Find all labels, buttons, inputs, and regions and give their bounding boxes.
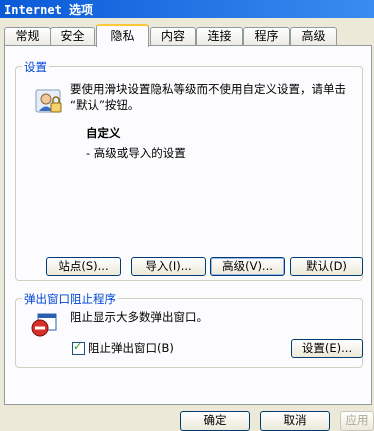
settings-description: 要使用滑块设置隐私等级而不使用自定义设置，请单击 “默认”按钮。 <box>70 81 360 113</box>
popup-settings-button[interactable]: 设置(E)... <box>291 339 363 358</box>
popup-blocker-description: 阻止显示大多数弹出窗口。 <box>70 310 208 324</box>
apply-button[interactable]: 应用 <box>340 411 374 431</box>
window-title: Internet 选项 <box>4 3 94 17</box>
settings-description-line1: 要使用滑块设置隐私等级而不使用自定义设置，请单击 <box>70 82 346 96</box>
sites-button[interactable]: 站点(S)... <box>46 257 121 276</box>
privacy-level-description: - 高级或导入的设置 <box>86 146 186 160</box>
popup-blocker-icon <box>31 313 57 337</box>
tab-programs[interactable]: 程序 <box>243 27 290 45</box>
popup-blocker-group-label: 弹出窗口阻止程序 <box>22 291 118 307</box>
privacy-user-icon <box>35 89 62 113</box>
block-popups-label[interactable]: 阻止弹出窗口(B) <box>88 340 174 356</box>
settings-description-line2: “默认”按钮。 <box>70 98 140 112</box>
tab-connections[interactable]: 连接 <box>196 27 243 45</box>
tab-general[interactable]: 常规 <box>4 27 51 45</box>
settings-group: 设置 要使用滑块设置隐私等级而不使用自定义设置，请单击 “默认”按钮。 自定义 … <box>15 59 363 281</box>
tab-content[interactable]: 内容 <box>150 27 196 45</box>
default-button[interactable]: 默认(D) <box>290 257 363 276</box>
advanced-button[interactable]: 高级(V)... <box>210 257 285 276</box>
settings-group-label: 设置 <box>22 59 49 75</box>
title-bar: Internet 选项 <box>0 0 374 18</box>
privacy-level-title: 自定义 <box>86 126 121 140</box>
popup-blocker-group: 弹出窗口阻止程序 阻止显示大多数弹出窗口。 阻止弹出窗口(B) 设置(E)... <box>15 291 363 368</box>
block-popups-checkbox[interactable] <box>72 340 85 355</box>
tab-advanced[interactable]: 高级 <box>290 27 337 45</box>
privacy-tab-page: 设置 要使用滑块设置隐私等级而不使用自定义设置，请单击 “默认”按钮。 自定义 … <box>4 45 372 405</box>
tab-security[interactable]: 安全 <box>50 27 95 45</box>
ok-button[interactable]: 确定 <box>180 411 250 431</box>
tab-privacy[interactable]: 隐私 <box>96 24 149 47</box>
cancel-button[interactable]: 取消 <box>260 411 330 431</box>
import-button[interactable]: 导入(I)... <box>131 257 206 276</box>
